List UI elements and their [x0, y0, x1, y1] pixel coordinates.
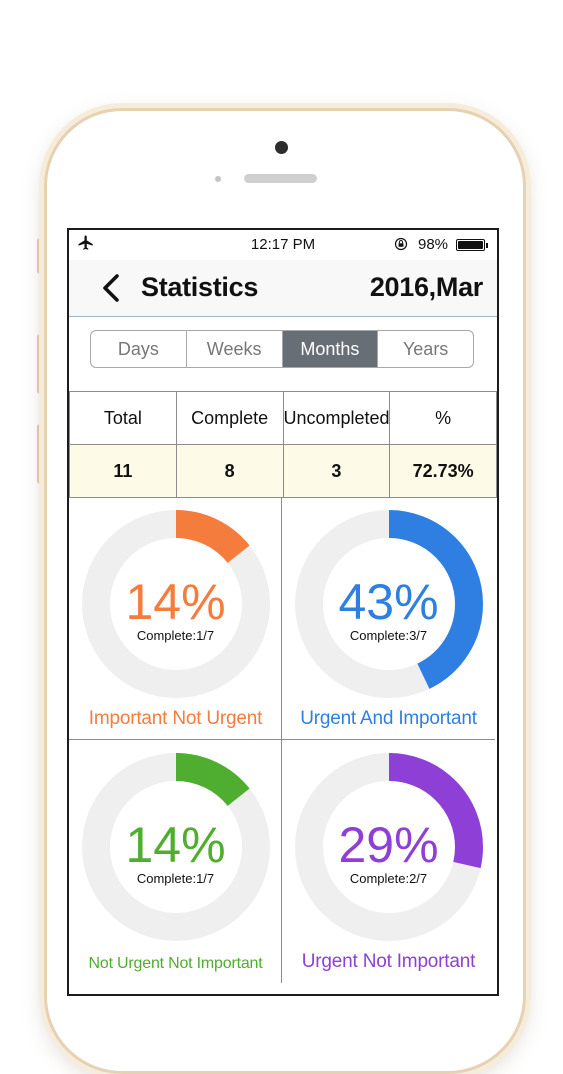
summary-values-row: 11 8 3 72.73%	[69, 444, 497, 498]
quadrant-percent: 14%	[125, 817, 226, 873]
quadrant-not-urgent-not-important[interactable]: 14% Complete:1/7 Not Urgent Not Importan…	[69, 740, 282, 983]
header-uncompleted: Uncompleted	[282, 391, 391, 445]
quadrant-grid: 14% Complete:1/7 Important Not Urgent 43…	[69, 497, 497, 994]
volume-up-button	[37, 334, 43, 394]
value-complete: 8	[175, 444, 284, 498]
quadrant-complete-count: Complete:3/7	[349, 628, 428, 643]
quadrant-complete-count: Complete:2/7	[349, 871, 428, 886]
period-date[interactable]: 2016,Mar	[370, 272, 483, 303]
header-complete: Complete	[175, 391, 284, 445]
battery-percent: 98%	[418, 236, 449, 253]
page-title: Statistics	[141, 272, 259, 302]
value-percent: 72.73%	[389, 444, 497, 498]
quadrant-important-not-urgent[interactable]: 14% Complete:1/7 Important Not Urgent	[69, 497, 282, 740]
orientation-lock-icon	[394, 237, 408, 251]
quadrant-label: Important Not Urgent	[88, 708, 263, 729]
tab-years[interactable]: Years	[378, 331, 473, 367]
header-percent: %	[389, 391, 497, 445]
quadrant-percent: 43%	[338, 574, 439, 630]
summary-table: Total Complete Uncompleted % 11 8 3 72.7…	[69, 391, 497, 498]
proximity-sensor	[215, 176, 221, 182]
quadrant-complete-count: Complete:1/7	[136, 628, 215, 643]
quadrant-urgent-and-important[interactable]: 43% Complete:3/7 Urgent And Important	[282, 497, 495, 740]
period-segmented-control: Days Weeks Months Years	[90, 330, 474, 368]
battery-icon	[456, 239, 488, 251]
quadrant-label: Urgent Not Important	[301, 951, 476, 972]
chevron-left-icon[interactable]	[99, 273, 123, 303]
navigation-bar: Statistics 2016,Mar	[69, 260, 497, 317]
tab-months[interactable]: Months	[282, 331, 379, 367]
value-uncompleted: 3	[282, 444, 391, 498]
mute-switch	[37, 238, 43, 274]
tab-days[interactable]: Days	[91, 331, 187, 367]
quadrant-label: Not Urgent Not Important	[88, 955, 263, 972]
status-bar: 12:17 PM 98%	[69, 230, 497, 260]
earpiece-speaker	[244, 174, 317, 183]
quadrant-complete-count: Complete:1/7	[136, 871, 215, 886]
quadrant-label: Urgent And Important	[300, 708, 477, 729]
header-total: Total	[69, 391, 177, 445]
value-total: 11	[69, 444, 177, 498]
quadrant-percent: 29%	[338, 817, 439, 873]
quadrant-percent: 14%	[125, 574, 226, 630]
front-camera	[275, 141, 288, 154]
summary-header-row: Total Complete Uncompleted %	[69, 391, 497, 445]
quadrant-urgent-not-important[interactable]: 29% Complete:2/7 Urgent Not Important	[282, 740, 495, 983]
tab-weeks[interactable]: Weeks	[187, 331, 283, 367]
volume-down-button	[37, 424, 43, 484]
app-screen: 12:17 PM 98% Statistics 2016,Mar Days We…	[67, 228, 499, 996]
